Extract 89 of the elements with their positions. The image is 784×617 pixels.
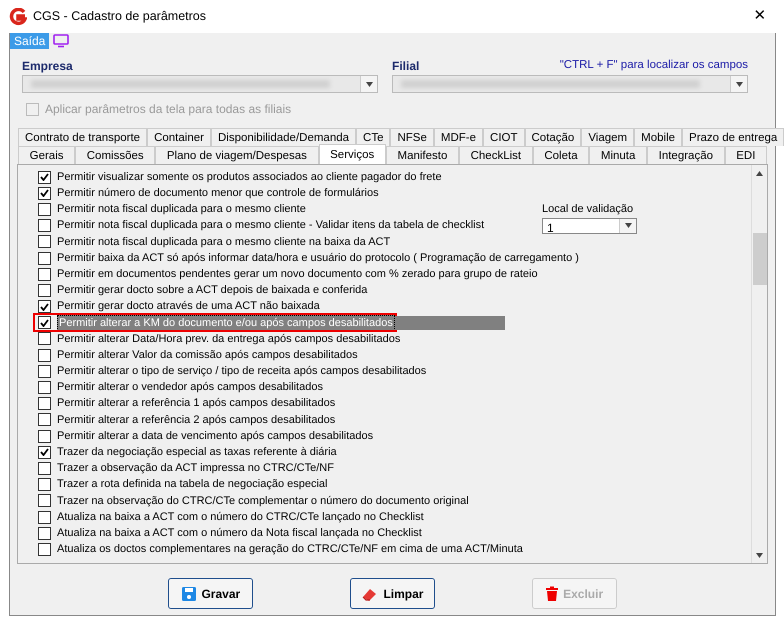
option-label[interactable]: Permitir alterar Valor da comissão após campos desabilitados bbox=[57, 346, 358, 364]
trash-icon bbox=[545, 586, 560, 602]
checkbox[interactable] bbox=[38, 202, 51, 216]
checkbox[interactable] bbox=[38, 510, 51, 524]
close-button[interactable]: ✕ bbox=[737, 0, 783, 33]
checkbox[interactable] bbox=[38, 364, 51, 378]
tab[interactable]: CTe bbox=[356, 128, 390, 146]
down-arrow-icon bbox=[736, 82, 742, 86]
checkbox[interactable] bbox=[38, 526, 51, 540]
checkbox[interactable] bbox=[38, 430, 51, 443]
down-arrow-icon bbox=[366, 82, 372, 86]
tab[interactable]: Minuta bbox=[589, 146, 648, 164]
option-label[interactable]: Atualiza na baixa a ACT com o número da Nota fiscal lançada no Checklist bbox=[57, 524, 422, 542]
option-label[interactable]: Trazer na observação do CTRC/CTe complementar o número do documento original bbox=[57, 492, 469, 510]
tab[interactable]: Container bbox=[147, 128, 211, 146]
checkbox[interactable] bbox=[38, 186, 51, 200]
monitor-icon[interactable] bbox=[53, 34, 70, 48]
checkbox[interactable] bbox=[38, 252, 51, 265]
save-button[interactable]: Gravar bbox=[168, 578, 254, 609]
option-label[interactable]: Permitir número de documento menor que controle de formulários bbox=[57, 185, 379, 202]
checkbox[interactable] bbox=[38, 268, 51, 281]
option-label[interactable]: Permitir nota fiscal duplicada para o mesmo cliente na baixa da ACT bbox=[57, 234, 390, 250]
tab[interactable]: Coleta bbox=[532, 146, 590, 164]
option-label[interactable]: Permitir alterar a referência 2 após campos desabilitados bbox=[57, 412, 336, 428]
option-label[interactable]: Atualiza na baixa a ACT com o número do CTRC/CTe lançado no Checklist bbox=[57, 508, 424, 526]
clear-button[interactable]: Limpar bbox=[350, 578, 435, 609]
option-label[interactable]: Permitir visualizar somente os produtos associados ao cliente pagador do frete bbox=[57, 168, 442, 186]
checkbox[interactable] bbox=[38, 235, 51, 248]
tab[interactable]: Serviços bbox=[318, 144, 386, 164]
tab[interactable]: Comissões bbox=[75, 146, 156, 164]
option-label[interactable]: Permitir nota fiscal duplicada para o mesmo cliente - Validar itens da tabela de checklist bbox=[57, 217, 484, 234]
check-icon bbox=[40, 448, 49, 456]
option-label[interactable]: Permitir alterar a referência 1 após campos desabilitados bbox=[57, 395, 336, 412]
tab[interactable]: Prazo de entrega bbox=[682, 128, 784, 146]
option-label[interactable]: Permitir alterar a data de vencimento após campos desabilitados bbox=[57, 428, 374, 444]
checkbox[interactable] bbox=[38, 348, 51, 362]
checkbox[interactable] bbox=[38, 462, 51, 475]
tab[interactable]: Manifesto bbox=[386, 146, 459, 164]
field-label: Filial bbox=[392, 58, 420, 75]
checkbox[interactable] bbox=[38, 542, 51, 556]
option-label[interactable]: Permitir alterar a KM do documento e/ou após campos desabilitados bbox=[57, 314, 395, 332]
option-label[interactable]: Trazer da negociação especial as taxas referente à diária bbox=[57, 444, 337, 461]
option-label[interactable]: Permitir em documentos pendentes gerar um novo documento com % zerado para grupo de rateio bbox=[57, 266, 538, 282]
option-label[interactable]: Atualiza os doctos complementares na geração do CTRC/CTe/NF em cima de uma ACT/Minuta bbox=[57, 541, 523, 558]
tab[interactable]: Gerais bbox=[18, 146, 76, 164]
checkbox[interactable] bbox=[38, 413, 51, 426]
checkbox-label: Aplicar parâmetros da tela para todas as filiais bbox=[45, 101, 292, 118]
checkbox[interactable] bbox=[38, 494, 51, 508]
tab[interactable]: CheckList bbox=[458, 146, 533, 164]
checkbox[interactable] bbox=[38, 170, 51, 184]
checkbox[interactable] bbox=[38, 300, 51, 314]
tab[interactable]: EDI bbox=[724, 146, 768, 164]
tab[interactable]: Integração bbox=[647, 146, 725, 164]
tab[interactable]: Plano de viagem/Despesas bbox=[155, 146, 319, 164]
tab[interactable]: Contrato de transporte bbox=[18, 128, 148, 146]
checkbox[interactable] bbox=[38, 381, 51, 394]
option-label[interactable]: Trazer a observação da ACT impressa no CTRC/CTe/NF bbox=[57, 460, 334, 477]
checkbox[interactable] bbox=[38, 397, 51, 410]
checkbox[interactable] bbox=[38, 446, 51, 459]
tab[interactable]: MDF-e bbox=[434, 128, 484, 146]
checkbox[interactable] bbox=[38, 478, 51, 492]
tab[interactable]: Cotação bbox=[524, 128, 582, 146]
option-label[interactable]: Permitir alterar o vendedor após campos desabilitados bbox=[57, 379, 323, 396]
tab[interactable]: Mobile bbox=[634, 128, 682, 146]
checkbox[interactable] bbox=[38, 284, 51, 297]
checkbox[interactable] bbox=[38, 219, 51, 232]
option-label[interactable]: Permitir gerar docto sobre a ACT depois de baixada e conferida bbox=[57, 282, 368, 299]
option-label[interactable]: Permitir gerar docto através de uma ACT não baixada bbox=[57, 298, 320, 315]
field-label: Empresa bbox=[22, 58, 73, 75]
app-logo-icon bbox=[9, 8, 27, 26]
tab[interactable]: NFSe bbox=[390, 128, 434, 146]
scrollbar-thumb[interactable] bbox=[752, 233, 766, 285]
option-label[interactable]: Trazer a rota definida na tabela de negociação especial bbox=[57, 476, 328, 493]
checkbox[interactable] bbox=[38, 316, 51, 330]
down-arrow-icon bbox=[624, 223, 632, 228]
option-label[interactable]: Permitir nota fiscal duplicada para o mesmo cliente bbox=[57, 201, 306, 218]
option-label[interactable]: Permitir alterar o tipo de serviço / tipo de receita após campos desabilitados bbox=[57, 363, 426, 380]
checkbox[interactable] bbox=[38, 332, 51, 346]
tab[interactable]: CIOT bbox=[483, 128, 524, 146]
down-arrow-icon bbox=[756, 552, 763, 558]
tab[interactable]: Disponibilidade/Demanda bbox=[210, 128, 356, 146]
field-label: Local de validação bbox=[542, 202, 634, 217]
hint-text: "CTRL + F" para localizar os campos bbox=[560, 58, 748, 73]
window-title: CGS - Cadastro de parâmetros bbox=[33, 8, 206, 26]
up-arrow-icon bbox=[756, 170, 763, 176]
option-label[interactable]: Permitir baixa da ACT só após informar data/hora e usuário do protocolo ( Programação de carregamento ) bbox=[57, 250, 579, 266]
tab[interactable]: Viagem bbox=[581, 128, 634, 146]
validation-combo[interactable]: 1 bbox=[542, 218, 637, 234]
option-label[interactable]: Permitir alterar Data/Hora prev. da entrega após campos desabilitados bbox=[57, 330, 400, 348]
